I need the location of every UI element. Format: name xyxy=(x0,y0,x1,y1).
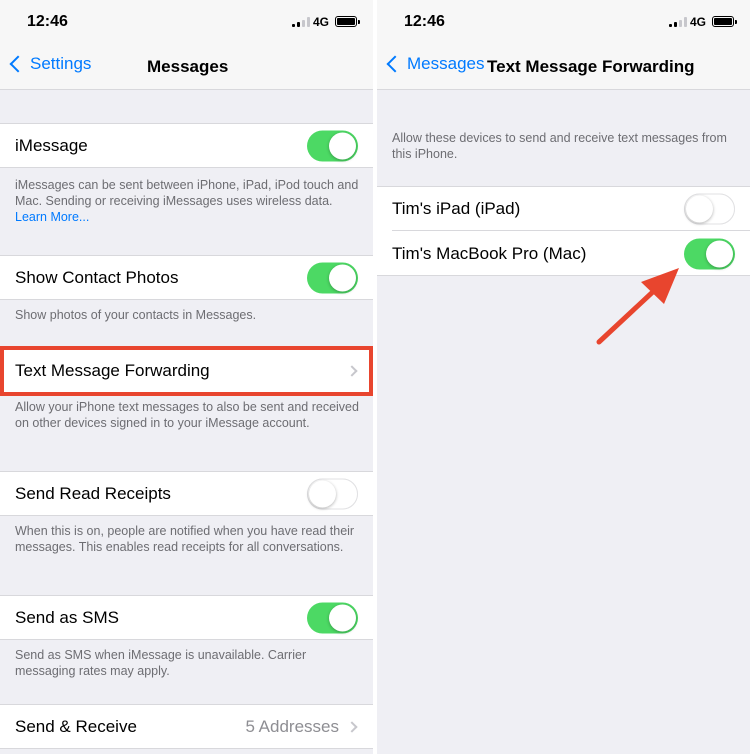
text-message-forwarding-row[interactable]: Text Message Forwarding xyxy=(0,348,373,394)
text-message-forwarding-label: Text Message Forwarding xyxy=(15,361,210,380)
battery-icon xyxy=(712,16,737,27)
device-row-ipad: Tim's iPad (iPad) xyxy=(392,187,750,231)
show-contact-photos-label: Show Contact Photos xyxy=(15,267,179,287)
send-as-sms-toggle[interactable] xyxy=(307,602,358,633)
forwarding-header-text: Allow these devices to send and receive … xyxy=(392,131,727,161)
forwarding-footer: Allow your iPhone text messages to also … xyxy=(15,400,359,430)
device-label: Tim's MacBook Pro (Mac) xyxy=(392,244,587,263)
back-label: Settings xyxy=(30,54,92,73)
device-row-macbook: Tim's MacBook Pro (Mac) xyxy=(377,232,750,276)
navigation-bar: Messages Text Message Forwarding xyxy=(377,44,750,90)
signal-icon xyxy=(669,17,687,27)
battery-icon xyxy=(335,16,360,27)
navigation-bar: Settings Messages xyxy=(0,44,373,90)
show-contact-photos-row: Show Contact Photos xyxy=(0,255,373,300)
text-message-forwarding-screen: 12:46 4G Messages Text Message Forwardin… xyxy=(377,0,750,754)
contact-photos-footer: Show photos of your contacts in Messages… xyxy=(15,308,257,322)
send-as-sms-label: Send as SMS xyxy=(15,607,119,627)
send-and-receive-row[interactable]: Send & Receive 5 Addresses xyxy=(0,704,373,749)
imessage-footer: iMessages can be sent between iPhone, iP… xyxy=(15,178,359,224)
imessage-toggle[interactable] xyxy=(307,130,358,161)
send-read-receipts-toggle[interactable] xyxy=(307,478,358,509)
chevron-right-icon xyxy=(346,720,358,733)
imessage-row: iMessage xyxy=(0,123,373,168)
send-and-receive-label: Send & Receive xyxy=(15,716,137,736)
network-type: 4G xyxy=(690,15,707,29)
chevron-left-icon xyxy=(386,55,404,73)
status-time: 12:46 xyxy=(404,13,445,30)
signal-icon xyxy=(292,17,310,27)
back-button[interactable]: Messages xyxy=(385,54,484,74)
chevron-right-icon xyxy=(346,365,358,377)
arrow-annotation-icon xyxy=(596,268,679,345)
imessage-label: iMessage xyxy=(15,135,88,155)
learn-more-link[interactable]: Learn More... xyxy=(15,210,89,224)
send-as-sms-footer: Send as SMS when iMessage is unavailable… xyxy=(15,648,307,678)
show-contact-photos-toggle[interactable] xyxy=(307,262,358,293)
page-title: Messages xyxy=(147,57,229,76)
messages-settings-screen: 12:46 4G Settings Messages iMessage iMes… xyxy=(0,0,373,754)
send-read-receipts-row: Send Read Receipts xyxy=(0,471,373,516)
read-receipts-footer: When this is on, people are notified whe… xyxy=(15,524,355,554)
chevron-left-icon xyxy=(9,55,27,73)
ipad-forwarding-toggle[interactable] xyxy=(684,193,735,224)
device-list: Tim's iPad (iPad) Tim's MacBook Pro (Mac… xyxy=(377,186,750,276)
network-type: 4G xyxy=(313,15,330,29)
status-bar: 12:46 4G xyxy=(377,0,750,44)
back-label: Messages xyxy=(407,54,485,73)
send-read-receipts-label: Send Read Receipts xyxy=(15,483,171,503)
send-as-sms-row: Send as SMS xyxy=(0,595,373,640)
status-bar: 12:46 4G xyxy=(0,0,373,44)
status-time: 12:46 xyxy=(27,13,68,30)
device-label: Tim's iPad (iPad) xyxy=(392,198,521,218)
macbook-forwarding-toggle[interactable] xyxy=(684,238,735,270)
send-and-receive-detail: 5 Addresses xyxy=(245,716,339,736)
back-button[interactable]: Settings xyxy=(8,54,91,74)
page-title: Text Message Forwarding xyxy=(487,57,695,76)
